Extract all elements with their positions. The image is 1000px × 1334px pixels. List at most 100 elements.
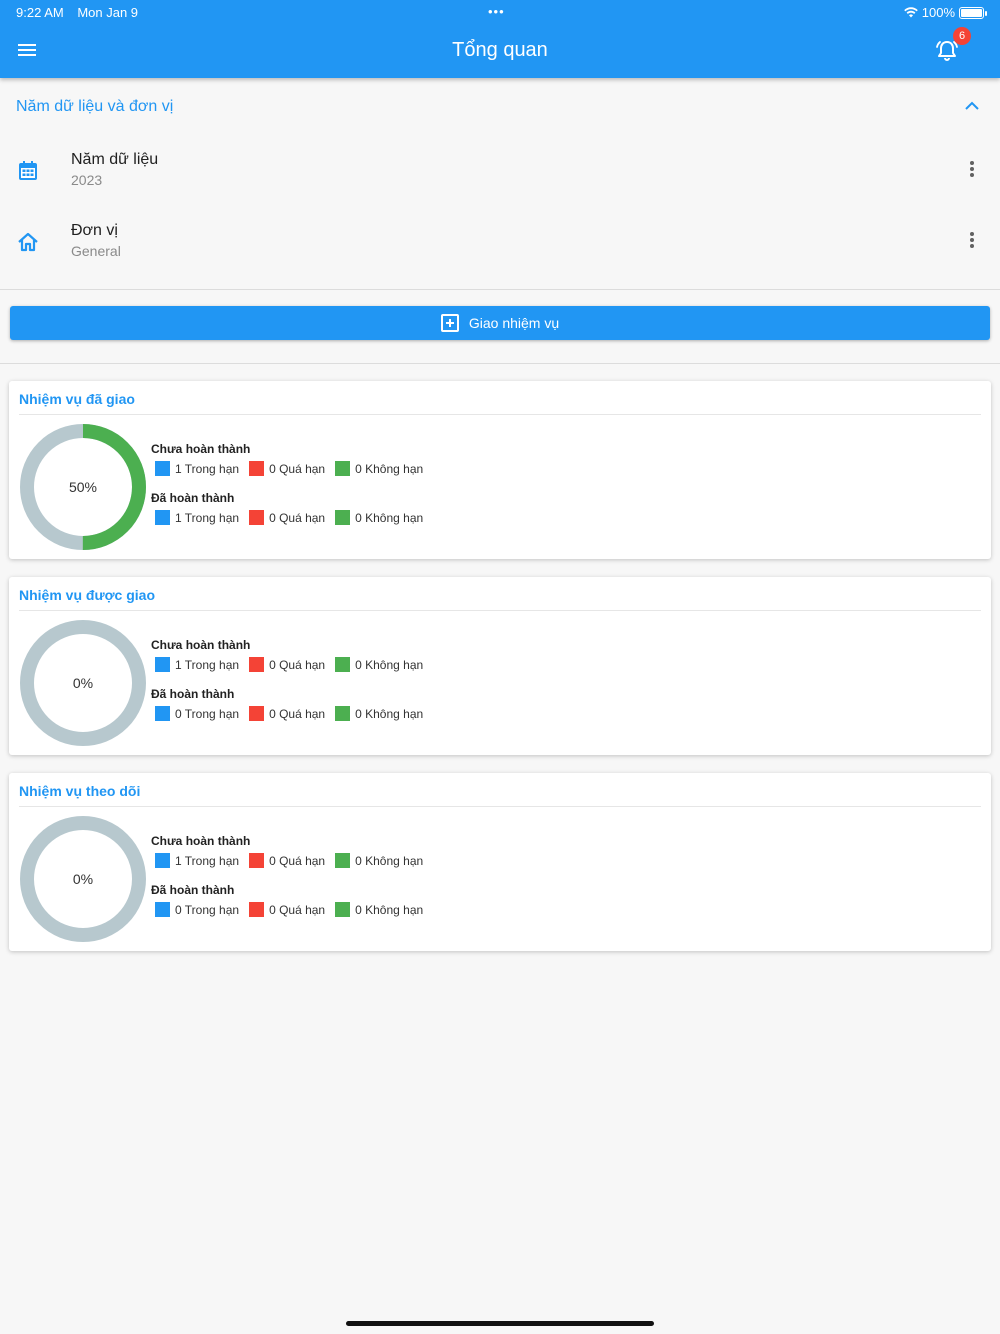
in-time-swatch — [155, 461, 170, 476]
filter-section-header[interactable]: Năm dữ liệu và đơn vị — [0, 78, 1000, 134]
overdue-count: 0 Quá hạn — [269, 853, 326, 868]
in-time-swatch — [155, 853, 170, 868]
legend-in-time: 1 Trong hạn — [155, 461, 239, 476]
complete-title: Đã hoàn thành — [151, 883, 235, 897]
legend-no-deadline: 0 Không hạn — [335, 510, 423, 525]
overdue-swatch — [249, 902, 265, 917]
no-deadline-count: 0 Không hạn — [355, 902, 424, 917]
legend-row-incomplete: 1 Trong hạn 0 Quá hạn 0 Không hạn — [155, 461, 433, 476]
in-time-swatch — [155, 706, 170, 721]
unit-label: Đơn vị — [71, 222, 118, 239]
in-time-swatch — [155, 902, 170, 917]
legend-no-deadline: 0 Không hạn — [335, 853, 423, 868]
no-deadline-count: 0 Không hạn — [355, 510, 424, 525]
card-divider — [19, 414, 981, 415]
status-time: 9:22 AM — [16, 5, 64, 20]
legend-in-time: 0 Trong hạn — [155, 902, 239, 917]
chevron-up-icon[interactable] — [962, 98, 982, 114]
legend-in-time: 1 Trong hạn — [155, 853, 239, 868]
year-label: Năm dữ liệu — [71, 151, 159, 168]
progress-percent: 0% — [72, 675, 94, 691]
in-time-count: 0 Trong hạn — [175, 706, 240, 721]
legend-in-time: 1 Trong hạn — [155, 657, 239, 672]
notification-badge: 6 — [953, 27, 971, 45]
legend-in-time: 1 Trong hạn — [155, 510, 239, 525]
task-summary-card[interactable]: Nhiệm vụ được giao 0% Chưa hoàn thành 1 … — [9, 577, 991, 755]
overdue-swatch — [249, 510, 265, 525]
legend-row-incomplete: 1 Trong hạn 0 Quá hạn 0 Không hạn — [155, 657, 433, 672]
legend-no-deadline: 0 Không hạn — [335, 461, 423, 476]
legend-row-complete: 1 Trong hạn 0 Quá hạn 0 Không hạn — [155, 510, 433, 525]
in-time-count: 1 Trong hạn — [175, 461, 240, 476]
card-divider — [19, 610, 981, 611]
no-deadline-count: 0 Không hạn — [355, 853, 424, 868]
overdue-swatch — [249, 853, 265, 868]
status-bar-left: 9:22 AM Mon Jan 9 — [16, 5, 148, 20]
legend-in-time: 0 Trong hạn — [155, 706, 239, 721]
no-deadline-swatch — [335, 853, 351, 868]
in-time-swatch — [155, 510, 170, 525]
home-indicator — [346, 1321, 654, 1326]
button-divider — [0, 363, 1000, 364]
wifi-icon — [903, 7, 918, 18]
app-header: 9:22 AM Mon Jan 9 ••• 100% Tổng quan 6 — [0, 0, 1000, 78]
assign-task-button[interactable]: Giao nhiệm vụ — [10, 306, 990, 340]
legend-no-deadline: 0 Không hạn — [335, 706, 423, 721]
overdue-swatch — [249, 461, 265, 476]
legend-overdue: 0 Quá hạn — [249, 902, 325, 917]
legend-overdue: 0 Quá hạn — [249, 461, 325, 476]
status-date: Mon Jan 9 — [77, 5, 139, 20]
legend-row-complete: 0 Trong hạn 0 Quá hạn 0 Không hạn — [155, 902, 433, 917]
complete-title: Đã hoàn thành — [151, 491, 235, 505]
no-deadline-count: 0 Không hạn — [355, 706, 424, 721]
in-time-count: 1 Trong hạn — [175, 657, 240, 672]
no-deadline-swatch — [335, 902, 351, 917]
year-value: 2023 — [71, 172, 103, 188]
overdue-count: 0 Quá hạn — [269, 902, 326, 917]
year-row[interactable]: Năm dữ liệu 2023 — [0, 145, 1000, 209]
overdue-count: 0 Quá hạn — [269, 510, 326, 525]
progress-percent: 0% — [72, 871, 94, 887]
in-time-count: 1 Trong hạn — [175, 853, 240, 868]
legend-no-deadline: 0 Không hạn — [335, 657, 423, 672]
status-bar-right: 100% — [903, 5, 987, 20]
overdue-count: 0 Quá hạn — [269, 657, 326, 672]
home-icon — [18, 232, 38, 252]
card-title: Nhiệm vụ được giao — [19, 587, 156, 603]
no-deadline-count: 0 Không hạn — [355, 461, 424, 476]
task-summary-card[interactable]: Nhiệm vụ theo dõi 0% Chưa hoàn thành 1 T… — [9, 773, 991, 951]
year-more-vert-icon[interactable] — [962, 159, 982, 179]
multitasking-dots[interactable]: ••• — [488, 4, 505, 19]
in-time-count: 0 Trong hạn — [175, 902, 240, 917]
legend-no-deadline: 0 Không hạn — [335, 902, 423, 917]
battery-icon — [959, 6, 987, 19]
legend-overdue: 0 Quá hạn — [249, 706, 325, 721]
card-divider — [19, 806, 981, 807]
no-deadline-swatch — [335, 657, 351, 672]
incomplete-title: Chưa hoàn thành — [151, 638, 251, 652]
legend-row-incomplete: 1 Trong hạn 0 Quá hạn 0 Không hạn — [155, 853, 433, 868]
no-deadline-swatch — [335, 510, 351, 525]
in-time-count: 1 Trong hạn — [175, 510, 240, 525]
no-deadline-swatch — [335, 706, 351, 721]
unit-value: General — [71, 243, 121, 259]
legend-overdue: 0 Quá hạn — [249, 853, 325, 868]
page-title: Tổng quan — [452, 39, 548, 61]
calendar-icon — [19, 161, 37, 180]
unit-row[interactable]: Đơn vị General — [0, 216, 1000, 280]
no-deadline-swatch — [335, 461, 351, 476]
battery-percent: 100% — [921, 5, 955, 20]
overdue-count: 0 Quá hạn — [269, 461, 326, 476]
section-divider — [0, 289, 1000, 290]
card-title: Nhiệm vụ theo dõi — [19, 783, 141, 799]
task-summary-card[interactable]: Nhiệm vụ đã giao 50% Chưa hoàn thành 1 T… — [9, 381, 991, 559]
complete-title: Đã hoàn thành — [151, 687, 235, 701]
legend-overdue: 0 Quá hạn — [249, 510, 325, 525]
legend-row-complete: 0 Trong hạn 0 Quá hạn 0 Không hạn — [155, 706, 433, 721]
add-box-icon — [440, 314, 459, 332]
overdue-count: 0 Quá hạn — [269, 706, 326, 721]
legend-overdue: 0 Quá hạn — [249, 657, 325, 672]
unit-more-vert-icon[interactable] — [962, 230, 982, 250]
incomplete-title: Chưa hoàn thành — [151, 834, 251, 848]
filter-section-title: Năm dữ liệu và đơn vị — [16, 98, 174, 115]
